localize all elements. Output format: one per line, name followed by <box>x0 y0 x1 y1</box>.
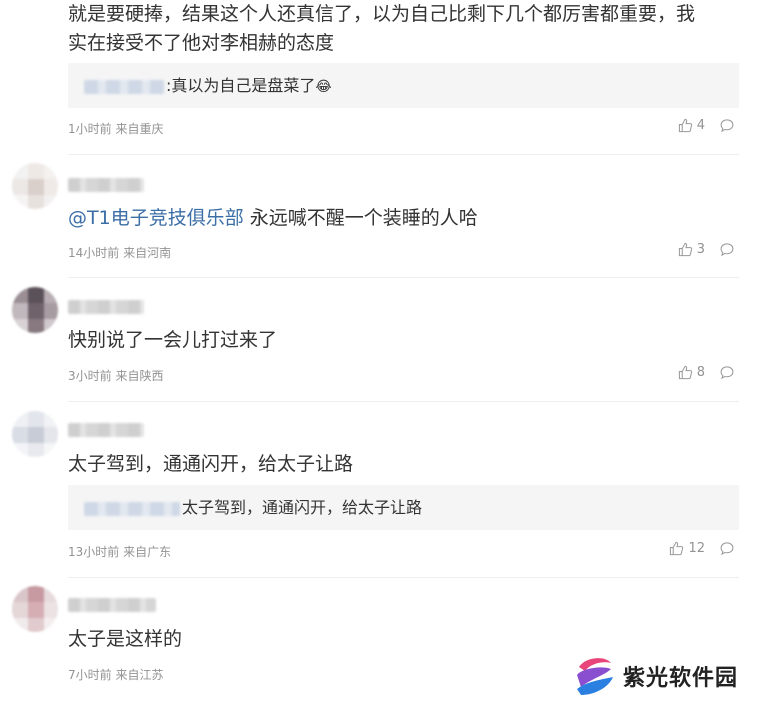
username[interactable] <box>68 300 144 314</box>
thumbs-up-icon <box>678 118 692 133</box>
comment-3-text: 快别说了一会儿打过来了 <box>68 329 278 351</box>
thumbs-up-icon <box>678 365 692 380</box>
comment-bubble-icon <box>720 366 734 380</box>
comment-2-meta: 14小时前 来自河南 <box>68 246 172 260</box>
username[interactable] <box>68 423 144 437</box>
comment-5-meta: 7小时前 来自江苏 <box>68 668 164 682</box>
divider <box>68 401 739 402</box>
watermark: 紫光软件园 <box>567 650 759 702</box>
like-button[interactable]: 12 <box>669 541 705 556</box>
comment-bubble-icon <box>720 243 734 257</box>
mention-link[interactable]: @T1电子竞技俱乐部 <box>68 207 244 229</box>
like-button[interactable]: 4 <box>678 118 705 133</box>
reply-username[interactable] <box>84 501 180 516</box>
comment-5-text: 太子是这样的 <box>68 628 183 650</box>
comment-button[interactable] <box>719 242 735 257</box>
thumbs-up-icon <box>678 242 692 257</box>
comment-1-text-line2: 实在接受不了他对李相赫的态度 <box>68 32 335 54</box>
comment-1-reply[interactable]: :真以为自己是盘菜了😂 <box>68 63 739 108</box>
like-count: 4 <box>696 118 705 133</box>
comment-4-reply[interactable]: 太子驾到，通通闪开，给太子让路 <box>68 485 739 530</box>
logo-icon <box>577 658 613 695</box>
reply-text: :真以为自己是盘菜了 <box>166 76 316 95</box>
reply-username[interactable] <box>84 79 164 94</box>
divider <box>68 154 739 155</box>
avatar[interactable] <box>12 163 58 209</box>
divider <box>68 577 739 578</box>
username[interactable] <box>68 598 156 612</box>
thumbs-up-icon <box>670 541 684 556</box>
comment-button[interactable] <box>719 365 735 380</box>
comment-button[interactable] <box>719 118 735 133</box>
avatar[interactable] <box>12 287 58 333</box>
comment-4-text: 太子驾到，通通闪开，给太子让路 <box>68 453 354 475</box>
comment-1-text-line1: 就是要硬捧，结果这个人还真信了，以为自己比剩下几个都厉害都重要，我 <box>68 3 696 25</box>
watermark-text: 紫光软件园 <box>623 666 739 691</box>
like-button[interactable]: 3 <box>678 242 705 257</box>
comment-button[interactable] <box>719 541 735 556</box>
comment-1-meta: 1小时前 来自重庆 <box>68 122 164 136</box>
comment-2-text: @T1电子竞技俱乐部 永远喊不醒一个装睡的人哈 <box>68 204 478 233</box>
comment-3-meta: 3小时前 来自陕西 <box>68 369 164 383</box>
comment-4-meta: 13小时前 来自广东 <box>68 545 172 559</box>
reply-text: 太子驾到，通通闪开，给太子让路 <box>182 498 423 517</box>
comment-2-body: 永远喊不醒一个装睡的人哈 <box>243 207 478 229</box>
avatar[interactable] <box>12 586 58 632</box>
avatar[interactable] <box>12 411 58 457</box>
username[interactable] <box>68 178 144 192</box>
comment-bubble-icon <box>720 542 734 556</box>
divider <box>68 277 739 278</box>
comment-bubble-icon <box>720 119 734 133</box>
laugh-emoji: 😂 <box>315 79 332 95</box>
like-count: 8 <box>696 365 705 380</box>
like-count: 3 <box>696 242 705 257</box>
like-count: 12 <box>688 541 705 556</box>
like-button[interactable]: 8 <box>678 365 705 380</box>
